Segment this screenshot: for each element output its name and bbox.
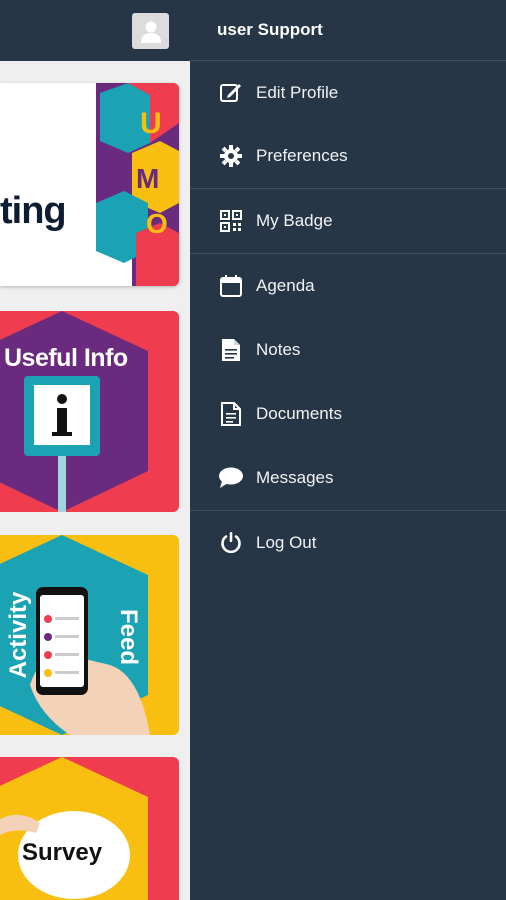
tile-survey[interactable] bbox=[0, 757, 179, 900]
menu-item-log-out[interactable]: Log Out bbox=[190, 511, 506, 575]
menu-item-preferences[interactable]: Preferences bbox=[190, 124, 506, 188]
document-icon bbox=[218, 401, 244, 427]
qr-code-icon bbox=[218, 208, 244, 234]
drawer-user-name: user Support bbox=[190, 0, 506, 61]
tile-survey-artwork bbox=[0, 757, 148, 900]
menu-item-edit-profile[interactable]: Edit Profile bbox=[190, 61, 506, 124]
menu-item-my-badge[interactable]: My Badge bbox=[190, 189, 506, 253]
tile-survey-label: Survey bbox=[22, 839, 103, 866]
menu-item-my-badge-label: My Badge bbox=[256, 211, 333, 230]
svg-text:O: O bbox=[146, 208, 168, 239]
user-icon bbox=[140, 21, 161, 43]
tile-useful-info[interactable] bbox=[0, 311, 179, 512]
menu-item-edit-profile-label: Edit Profile bbox=[256, 82, 339, 102]
menu-item-notes[interactable]: Notes bbox=[190, 318, 506, 382]
gear-icon bbox=[218, 143, 244, 169]
calendar-icon bbox=[218, 273, 244, 299]
tile-useful-info-label: Useful Info bbox=[4, 344, 128, 372]
navigation-drawer: user Support Edit Profile Preferences My… bbox=[190, 0, 506, 900]
tile-activity-label: Activity bbox=[5, 591, 32, 679]
tile-activity-feed[interactable]: Activity Feed bbox=[0, 535, 179, 735]
tile-meeting-label: ting bbox=[0, 190, 67, 232]
chat-bubble-icon bbox=[218, 465, 244, 491]
tile-feed-label: Feed bbox=[115, 608, 142, 665]
note-icon bbox=[218, 337, 244, 363]
menu-item-documents-label: Documents bbox=[256, 404, 342, 423]
tile-meeting-artwork: U M O bbox=[96, 83, 179, 286]
edit-icon bbox=[218, 80, 244, 106]
menu-item-log-out-label: Log Out bbox=[256, 533, 317, 552]
avatar-button[interactable] bbox=[132, 13, 169, 49]
menu-item-documents[interactable]: Documents bbox=[190, 382, 506, 446]
menu-item-preferences-label: Preferences bbox=[256, 146, 348, 165]
menu-item-agenda[interactable]: Agenda bbox=[190, 254, 506, 318]
tile-useful-info-artwork bbox=[0, 311, 148, 512]
svg-text:U: U bbox=[140, 107, 162, 140]
svg-text:M: M bbox=[136, 163, 159, 194]
menu-item-messages[interactable]: Messages bbox=[190, 446, 506, 510]
power-icon bbox=[218, 530, 244, 556]
tile-meeting[interactable]: U M O bbox=[0, 83, 179, 286]
app-top-bar bbox=[0, 0, 190, 61]
menu-item-agenda-label: Agenda bbox=[256, 276, 315, 295]
menu-item-messages-label: Messages bbox=[256, 468, 334, 487]
menu-item-notes-label: Notes bbox=[256, 340, 301, 359]
